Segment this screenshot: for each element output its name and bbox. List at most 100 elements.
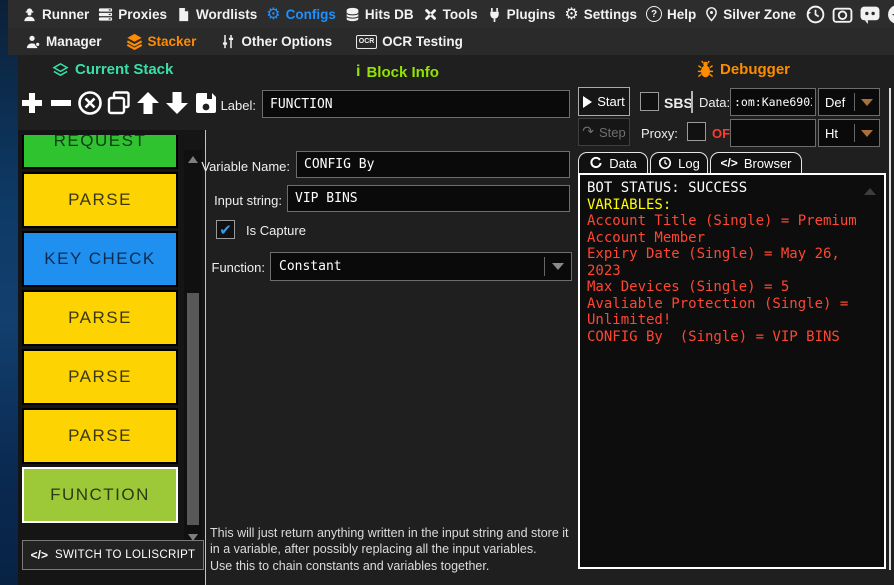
- add-block-icon[interactable]: [18, 88, 46, 118]
- console-scroll-up-icon[interactable]: [864, 188, 876, 195]
- step-button-label: Step: [598, 124, 626, 140]
- variable-name-input[interactable]: [296, 151, 570, 178]
- stacker-icon: [126, 33, 143, 50]
- console-line: VARIABLES:: [587, 196, 672, 213]
- plug-icon: [487, 7, 502, 22]
- nav-item-wordlists[interactable]: Wordlists: [176, 7, 257, 22]
- remove-block-icon[interactable]: [47, 88, 75, 118]
- ocr-icon: OCR: [356, 34, 378, 49]
- proxy-type-select[interactable]: Ht: [818, 119, 880, 147]
- move-down-icon[interactable]: [163, 88, 191, 118]
- debugger-title: Debugger: [720, 61, 791, 78]
- scroll-up-arrow-icon[interactable]: [188, 156, 198, 163]
- block-label: PARSE: [68, 367, 132, 386]
- stack-block-parse[interactable]: PARSE: [22, 172, 178, 228]
- start-button[interactable]: Start: [578, 87, 630, 116]
- browser-tab-icon: </>: [720, 156, 738, 170]
- tools-icon: [423, 7, 438, 22]
- is-capture-checkbox[interactable]: ✔: [216, 220, 235, 239]
- stack-block-function-selected[interactable]: FUNCTION: [22, 467, 178, 523]
- console-line: Expiry Date (Single) = May 26, 2023: [587, 246, 849, 279]
- block-label: PARSE: [68, 190, 132, 209]
- nav-item-hits-db[interactable]: Hits DB: [345, 7, 414, 22]
- log-tab-icon: [658, 156, 672, 170]
- disable-block-icon[interactable]: [76, 88, 104, 118]
- subnav-item-other-options[interactable]: Other Options: [220, 34, 332, 49]
- function-select[interactable]: Constant: [270, 252, 572, 281]
- tab-label: Log: [678, 155, 700, 171]
- stack-block-parse[interactable]: PARSE: [22, 349, 178, 405]
- block-label: REQUEST: [53, 135, 147, 150]
- subnav-item-stacker[interactable]: Stacker: [126, 33, 197, 50]
- data-input[interactable]: [730, 88, 816, 116]
- clone-block-icon[interactable]: [105, 88, 133, 118]
- proxy-label: Proxy:: [641, 126, 678, 141]
- nav-item-silver-zone[interactable]: Silver Zone: [705, 7, 796, 22]
- nav-item-help[interactable]: ? Help: [646, 6, 696, 22]
- step-button[interactable]: ↷ Step: [578, 118, 630, 146]
- switch-to-loliscript-button[interactable]: </> SWITCH TO LOLISCRIPT: [22, 540, 204, 570]
- debugger-header: Debugger: [697, 60, 790, 79]
- stack-block-parse[interactable]: PARSE: [22, 408, 178, 464]
- scroll-thumb[interactable]: [187, 293, 199, 525]
- input-string-input[interactable]: [287, 185, 570, 212]
- divider: [691, 91, 693, 113]
- current-stack-header: Current Stack: [52, 61, 173, 78]
- move-up-icon[interactable]: [134, 88, 162, 118]
- help-icon: ?: [646, 6, 663, 22]
- camera-icon[interactable]: [832, 4, 853, 25]
- tab-log[interactable]: Log: [650, 152, 708, 173]
- block-list: REQUEST PARSE KEY CHECK PARSE PARSE PARS…: [22, 135, 178, 529]
- stack-block-keycheck[interactable]: KEY CHECK: [22, 231, 178, 287]
- wordlists-icon: [176, 7, 191, 22]
- check-icon: ✔: [219, 220, 232, 239]
- chevron-down-icon: [545, 263, 571, 270]
- info-icon: i: [356, 63, 361, 80]
- nav-item-runner[interactable]: Runner: [22, 7, 89, 22]
- data-label: Data:: [699, 95, 731, 110]
- play-icon: [583, 95, 593, 108]
- nav-item-settings[interactable]: ⚙ Settings: [564, 4, 638, 23]
- subnav-item-ocr-testing[interactable]: OCR OCR Testing: [356, 34, 463, 49]
- label-input[interactable]: [262, 90, 570, 118]
- tab-data[interactable]: Data: [578, 152, 648, 173]
- nav-label: Settings: [583, 6, 638, 22]
- telegram-icon[interactable]: [887, 4, 894, 25]
- nav-label: Manager: [46, 34, 102, 49]
- nav-item-tools[interactable]: Tools: [423, 7, 478, 22]
- chevron-down-icon: [855, 129, 879, 137]
- function-label: Function:: [211, 260, 265, 275]
- block-info-header: i Block Info: [356, 63, 439, 81]
- top-navbar: Runner Proxies Wordlists ⚙ Configs Hits …: [8, 0, 894, 28]
- configs-gear-icon: ⚙: [266, 4, 281, 23]
- block-label: KEY CHECK: [44, 249, 156, 268]
- settings-gear-icon: ⚙: [564, 4, 579, 23]
- nav-label: Hits DB: [364, 6, 414, 22]
- nav-label: Configs: [285, 6, 336, 22]
- stack-scrollbar[interactable]: [184, 150, 202, 547]
- start-button-label: Start: [597, 94, 625, 109]
- sbs-checkbox[interactable]: [640, 92, 659, 111]
- nav-label: Plugins: [506, 6, 556, 22]
- discord-icon[interactable]: [859, 4, 881, 25]
- stack-block-parse[interactable]: PARSE: [22, 290, 178, 346]
- subnav-item-manager[interactable]: Manager: [25, 34, 102, 49]
- sliders-icon: [220, 34, 236, 49]
- chevron-down-icon: [855, 98, 879, 106]
- database-icon: [345, 7, 360, 22]
- nav-label: Tools: [442, 6, 478, 22]
- proxies-icon: [98, 7, 113, 22]
- nav-label: Stacker: [147, 34, 197, 49]
- nav-item-plugins[interactable]: Plugins: [487, 6, 556, 22]
- wordlist-type-select[interactable]: Def: [818, 88, 880, 116]
- nav-item-proxies[interactable]: Proxies: [98, 7, 167, 22]
- code-icon: </>: [30, 548, 48, 562]
- proxy-input[interactable]: [730, 119, 816, 147]
- nav-item-configs[interactable]: ⚙ Configs: [266, 4, 336, 23]
- tab-browser[interactable]: </> Browser: [710, 152, 802, 173]
- proxy-checkbox[interactable]: [687, 122, 706, 141]
- variable-name-label: Variable Name:: [201, 159, 290, 174]
- tab-label: Data: [609, 155, 637, 171]
- stack-block-request[interactable]: REQUEST: [22, 135, 178, 169]
- history-icon[interactable]: [805, 4, 826, 25]
